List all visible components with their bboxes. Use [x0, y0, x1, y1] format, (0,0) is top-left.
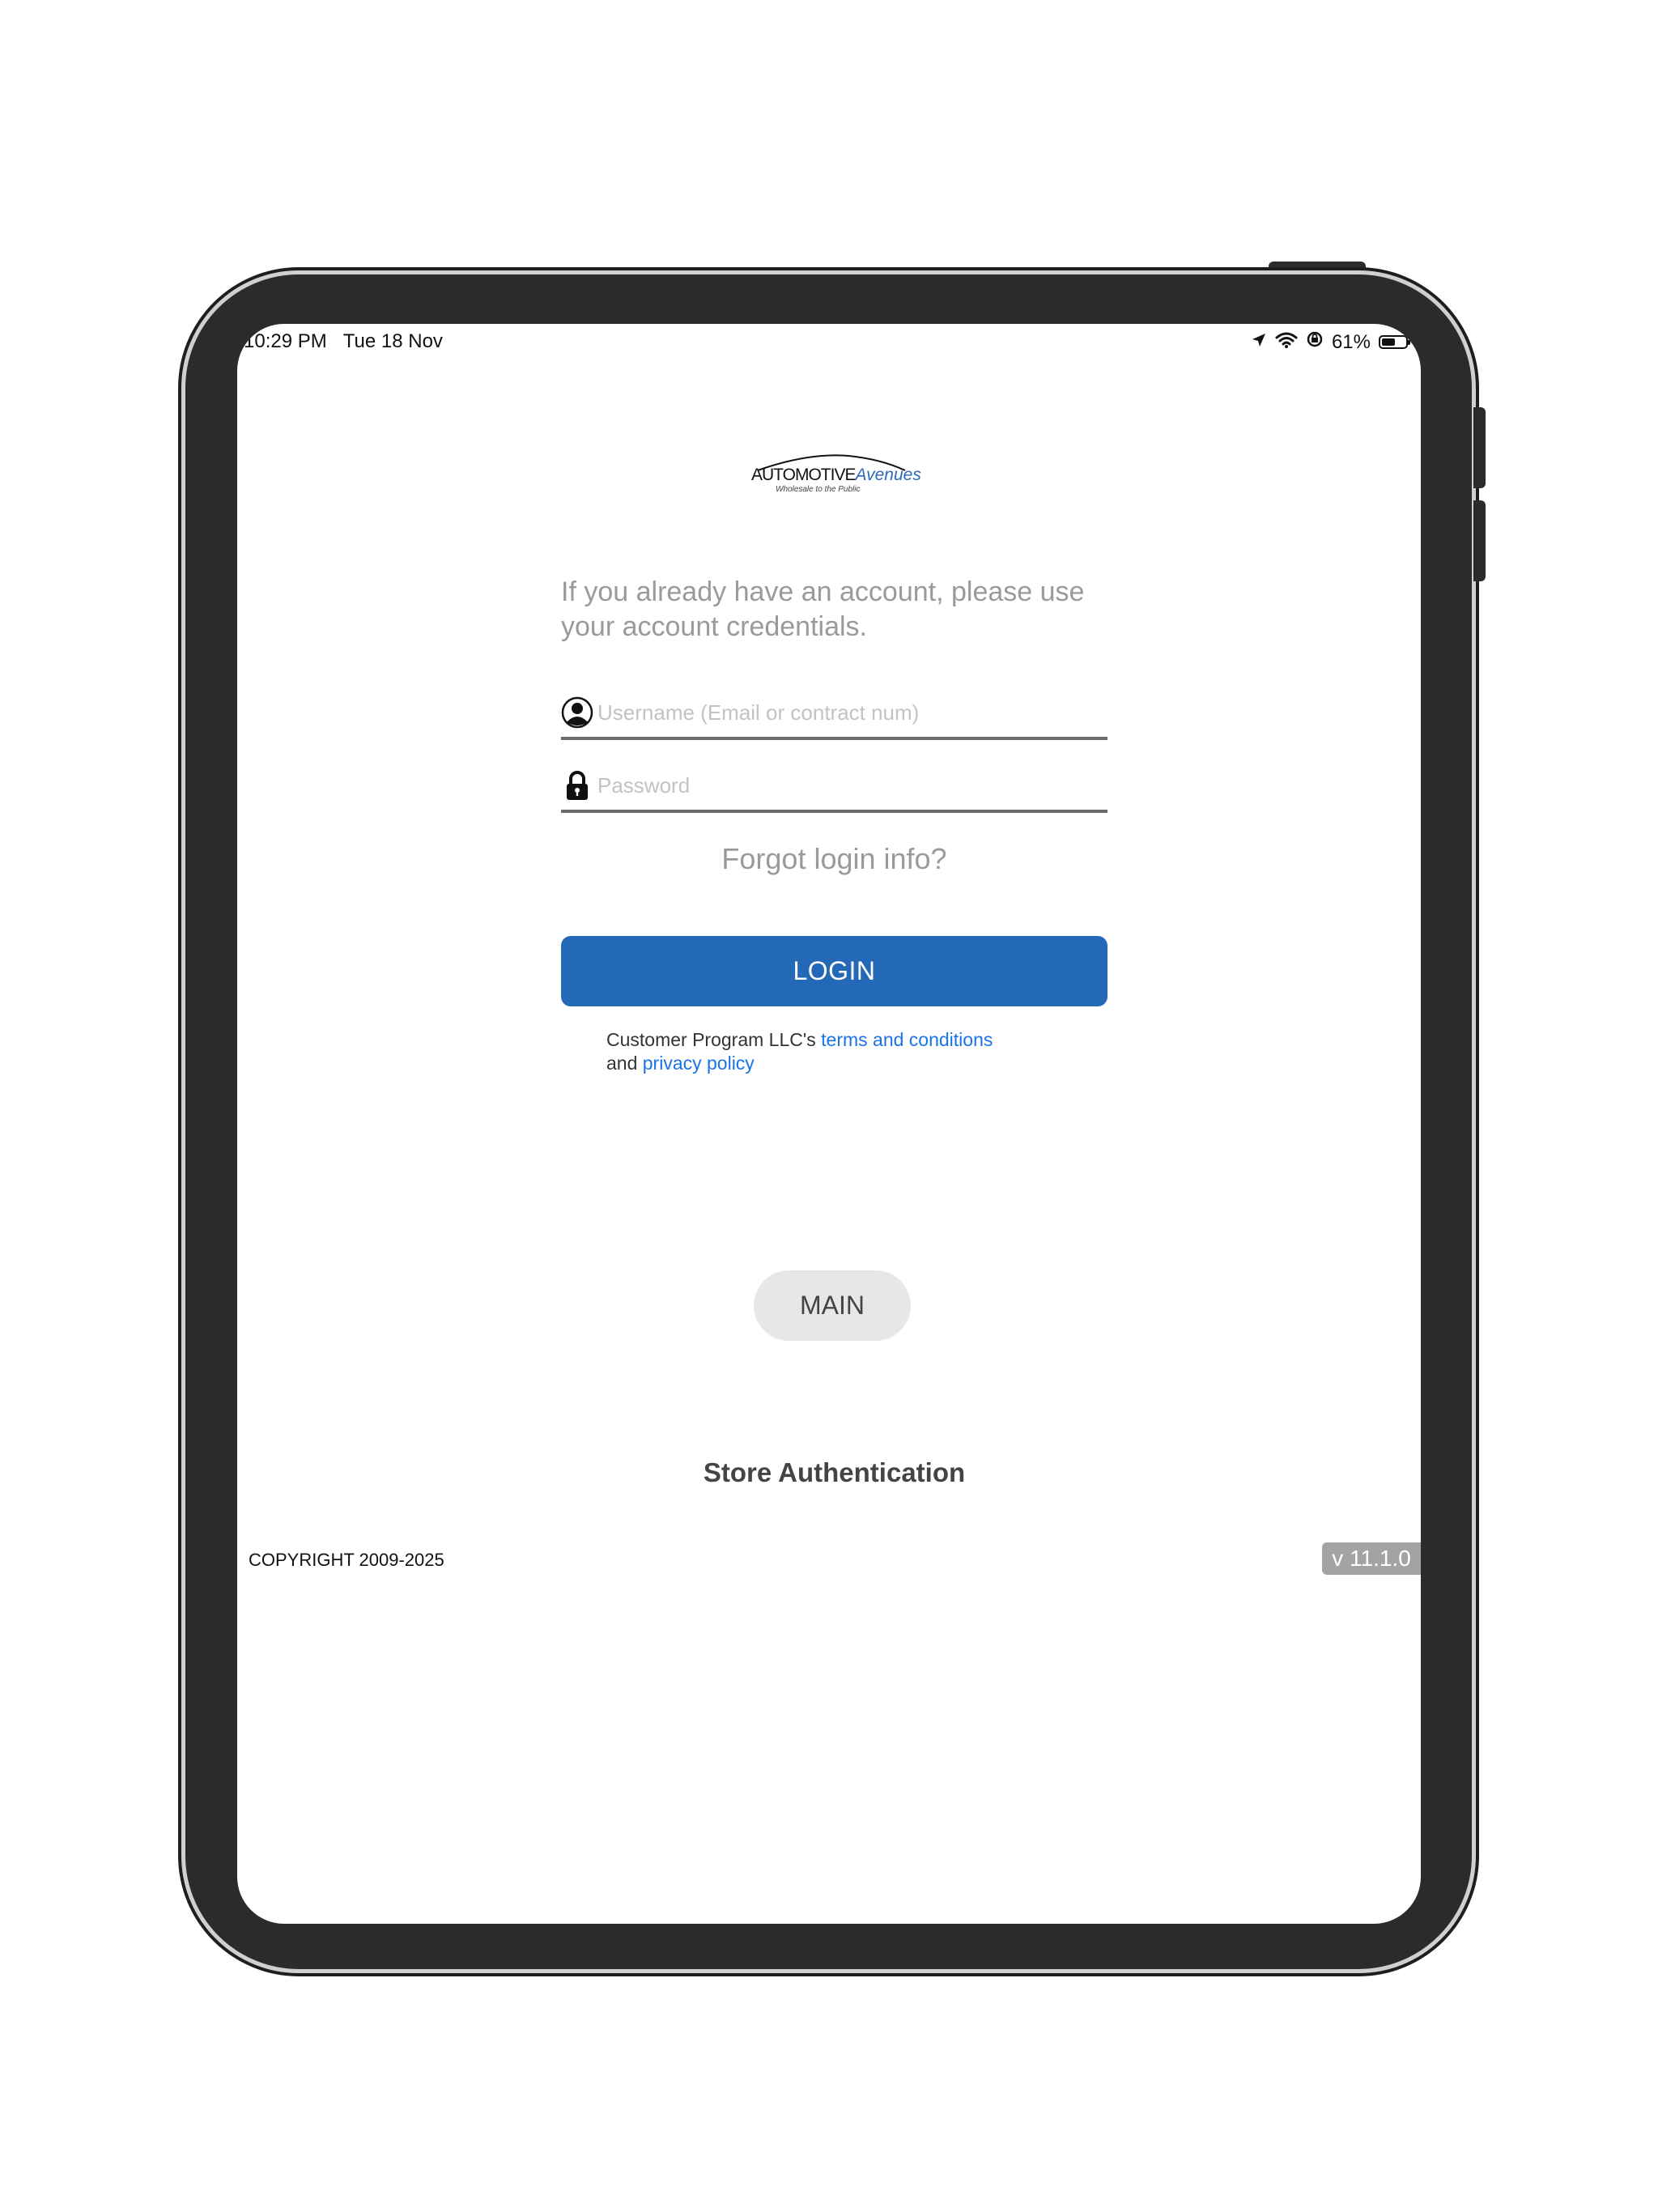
status-bar-left: 10:29 PM Tue 18 Nov — [244, 330, 443, 353]
logo-brand-main: AUTOMOTIVE — [751, 466, 856, 484]
username-input[interactable] — [597, 696, 1099, 729]
status-time: 10:29 PM — [244, 330, 327, 352]
battery-fill — [1382, 338, 1395, 346]
terms-link[interactable]: terms and conditions — [821, 1029, 993, 1050]
version-badge: v 11.1.0 — [1322, 1542, 1421, 1575]
battery-icon — [1379, 335, 1410, 349]
password-field — [561, 753, 1107, 813]
location-arrow-icon — [1251, 331, 1267, 354]
lock-icon — [561, 769, 593, 802]
password-input[interactable] — [597, 769, 1099, 802]
automotive-avenues-logo: AUTOMOTIVEAvenues Wholesale to the Publi… — [751, 449, 921, 498]
main-button[interactable]: MAIN — [754, 1270, 911, 1341]
login-intro-text: If you already have an account, please u… — [561, 576, 1085, 642]
logo-brand: AUTOMOTIVEAvenues — [751, 466, 921, 485]
logo-tagline: Wholesale to the Public — [776, 485, 861, 494]
app-screen: 10:29 PM Tue 18 Nov 61% AUTOMOTIVEAvenue… — [237, 324, 1421, 1924]
forgot-login-link[interactable]: Forgot login info? — [561, 842, 1107, 876]
logo-brand-accent: Avenues — [855, 466, 921, 484]
copyright-text: COPYRIGHT 2009-2025 — [249, 1550, 444, 1570]
user-icon — [561, 696, 593, 729]
status-bar-right: 61% — [1251, 330, 1410, 354]
wifi-icon — [1275, 331, 1298, 354]
orientation-lock-icon — [1306, 330, 1324, 354]
store-authentication-link[interactable]: Store Authentication — [561, 1457, 1107, 1488]
login-button[interactable]: LOGIN — [561, 936, 1107, 1006]
battery-percent: 61% — [1331, 330, 1371, 353]
device-volume-down-button — [1473, 500, 1486, 581]
terms-notice: Customer Program LLC's terms and conditi… — [606, 1028, 993, 1075]
terms-and: and — [606, 1053, 643, 1074]
username-field — [561, 680, 1107, 740]
status-date: Tue 18 Nov — [342, 330, 443, 352]
privacy-link[interactable]: privacy policy — [643, 1053, 755, 1074]
device-volume-up-button — [1473, 407, 1486, 488]
terms-prefix: Customer Program LLC's — [606, 1029, 822, 1050]
